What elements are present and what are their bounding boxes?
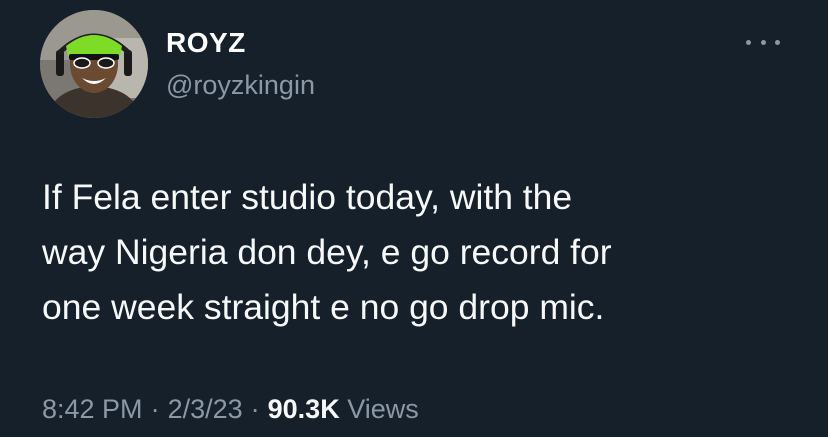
views-count: 90.3K	[267, 394, 340, 424]
user-handle[interactable]: @royzkingin	[166, 68, 315, 102]
tweet-date[interactable]: 2/3/23	[168, 394, 243, 424]
separator: ·	[250, 394, 260, 424]
display-name[interactable]: ROYZ	[166, 26, 315, 60]
profile-photo-icon	[40, 10, 148, 118]
author-block[interactable]: ROYZ @royzkingin	[166, 26, 315, 102]
views-label: Views	[347, 394, 419, 424]
more-horizontal-icon	[746, 39, 751, 45]
avatar[interactable]	[40, 10, 148, 118]
more-horizontal-icon	[760, 39, 766, 45]
tweet-meta: 8:42 PM · 2/3/23 · 90.3K Views	[42, 392, 419, 426]
tweet-card: ROYZ @royzkingin If Fela enter studio to…	[0, 0, 828, 437]
more-options-button[interactable]	[746, 34, 780, 50]
tweet-time[interactable]: 8:42 PM	[42, 394, 143, 424]
separator: ·	[150, 394, 160, 424]
tweet-text: If Fela enter studio today, with the way…	[42, 177, 612, 327]
more-horizontal-icon	[775, 39, 780, 45]
